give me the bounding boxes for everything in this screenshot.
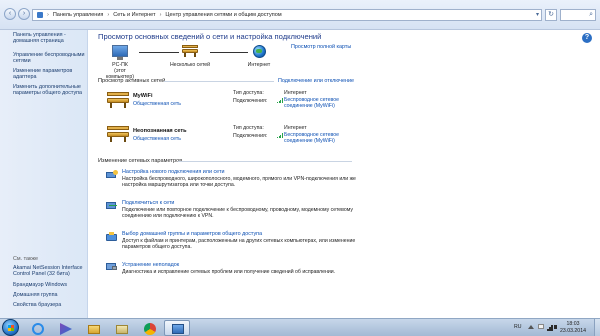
chevron-right-icon: › <box>107 12 110 18</box>
search-icon[interactable]: ⌕ <box>589 11 593 19</box>
clock-date: 23.03.2014 <box>560 327 586 334</box>
change-settings-heading: Изменение сетевых параметров <box>98 158 183 164</box>
taskbar-chrome[interactable] <box>136 320 162 336</box>
tray-arrow-icon[interactable] <box>527 323 535 331</box>
task-desc: Диагностика и исправление сетевых пробле… <box>122 269 336 275</box>
connection-link[interactable]: Беспроводное сетевое соединение (MyWiFi) <box>284 132 339 144</box>
active-networks-heading: Просмотр активных сетей <box>98 78 166 84</box>
connections-label: Подключения: <box>233 133 268 139</box>
connect-disconnect-link[interactable]: Подключение или отключение <box>278 78 354 84</box>
node-label: Несколько сетей <box>169 62 211 68</box>
chrome-icon <box>144 323 156 335</box>
node-label: Интернет <box>247 62 271 68</box>
show-desktop-button[interactable] <box>594 319 600 336</box>
page-title: Просмотр основных сведений о сети и наст… <box>98 32 322 41</box>
back-button[interactable]: ‹ <box>4 8 16 20</box>
access-type-label: Тип доступа: <box>233 90 264 96</box>
see-also-akamai[interactable]: Akamai NetSession Interface Control Pane… <box>13 265 86 278</box>
taskbar-folder[interactable] <box>108 320 134 336</box>
see-also-title: См. также <box>13 256 38 262</box>
computer-icon <box>112 45 128 60</box>
help-icon[interactable]: ? <box>582 33 592 43</box>
main-content: ? Просмотр основных сведений о сети и на… <box>88 30 600 318</box>
see-also-homegroup[interactable]: Домашняя группа <box>13 292 86 298</box>
task-new-connection-link[interactable]: Настройка нового подключения или сети <box>122 169 224 175</box>
start-button[interactable] <box>2 319 19 336</box>
search-input[interactable]: ⌕ <box>560 9 596 21</box>
media-player-icon <box>60 323 72 335</box>
clock[interactable]: 18:03 23.03.2014 <box>560 321 586 334</box>
taskbar-media[interactable] <box>52 320 78 336</box>
homegroup-icon <box>106 232 118 241</box>
network-center-icon <box>172 324 184 334</box>
divider <box>164 81 274 82</box>
breadcrumb-network-center[interactable]: Центр управления сетями и общим доступом <box>165 12 281 18</box>
bench-network-icon <box>106 92 130 108</box>
see-also-firewall[interactable]: Брандмауэр Windows <box>13 282 86 288</box>
language-indicator[interactable]: RU <box>514 324 522 330</box>
network-folder-icon <box>37 12 43 18</box>
nav-advanced-sharing[interactable]: Изменить дополнительные параметры общего… <box>13 84 86 97</box>
taskbar: RU 18:03 23.03.2014 <box>0 318 600 336</box>
folder-icon <box>88 325 100 334</box>
nav-manage-wireless[interactable]: Управление беспроводными сетями <box>13 52 86 65</box>
taskbar-explorer[interactable] <box>80 320 106 336</box>
task-connect-link[interactable]: Подключиться к сети <box>122 200 174 206</box>
connection-link[interactable]: Беспроводное сетевое соединение (MyWiFi) <box>284 97 339 109</box>
new-connection-icon <box>106 170 118 179</box>
network-name: MyWiFi <box>133 93 153 99</box>
troubleshoot-icon <box>106 262 118 271</box>
map-node-internet[interactable]: Интернет <box>242 45 276 68</box>
bench-network-icon <box>181 45 199 57</box>
task-desc: Подключение или повторное подключение к … <box>122 207 353 220</box>
refresh-button[interactable]: ↻ <box>545 9 557 21</box>
connection-link-line2: соединение (MyWiFi) <box>284 103 335 110</box>
access-type-label: Тип доступа: <box>233 125 264 131</box>
map-node-networks[interactable]: Несколько сетей <box>168 45 212 68</box>
breadcrumb-control-panel[interactable]: Панель управления <box>53 12 104 18</box>
connections-label: Подключения: <box>233 98 268 104</box>
network-name: Неопознанная сеть <box>133 128 187 134</box>
library-icon <box>116 325 128 334</box>
forward-button[interactable]: › <box>18 8 30 20</box>
map-node-computer[interactable]: PC-ПК (этот компьютер) <box>104 45 136 80</box>
connect-network-icon <box>106 201 118 210</box>
network-type-link[interactable]: Общественная сеть <box>133 101 181 107</box>
wifi-signal-icon <box>277 133 283 138</box>
access-type-value: Интернет <box>284 90 307 96</box>
left-nav: Панель управления - домашняя страница Уп… <box>0 30 88 318</box>
chevron-right-icon: › <box>47 12 49 18</box>
address-box[interactable]: › Панель управления › Сеть и Интернет › … <box>32 9 542 21</box>
taskbar-ie[interactable] <box>24 320 50 336</box>
address-bar: ‹ › › Панель управления › Сеть и Интерне… <box>0 0 600 30</box>
chevron-down-icon[interactable]: ▾ <box>536 11 539 18</box>
task-troubleshoot-link[interactable]: Устранение неполадок <box>122 262 179 268</box>
task-homegroup-link[interactable]: Выбор домашней группы и параметров общег… <box>122 231 262 237</box>
taskbar-network-center[interactable] <box>164 320 190 336</box>
bench-network-icon <box>106 126 130 142</box>
access-type-value: Интернет <box>284 125 307 131</box>
breadcrumb-network-internet[interactable]: Сеть и Интернет <box>113 12 155 18</box>
chevron-right-icon: › <box>159 12 162 18</box>
task-desc: Доступ к файлам и принтерам, расположенн… <box>122 238 356 251</box>
nav-control-panel-home[interactable]: Панель управления - домашняя страница <box>13 32 86 45</box>
connection-link-line2: соединение (MyWiFi) <box>284 138 335 145</box>
divider <box>178 161 352 162</box>
see-also-browser-props[interactable]: Свойства браузера <box>13 302 86 308</box>
wifi-signal-icon <box>277 98 283 103</box>
globe-icon <box>252 45 266 58</box>
nav-adapter-settings[interactable]: Изменение параметров адаптера <box>13 68 86 81</box>
network-type-link[interactable]: Общественная сеть <box>133 136 181 142</box>
ie-icon <box>32 323 44 335</box>
flag-icon[interactable] <box>537 323 545 331</box>
task-desc: Настройка беспроводного, широкополосного… <box>122 176 356 189</box>
full-map-link[interactable]: Просмотр полной карты <box>291 44 351 50</box>
breadcrumb: › Панель управления › Сеть и Интернет › … <box>37 12 282 18</box>
